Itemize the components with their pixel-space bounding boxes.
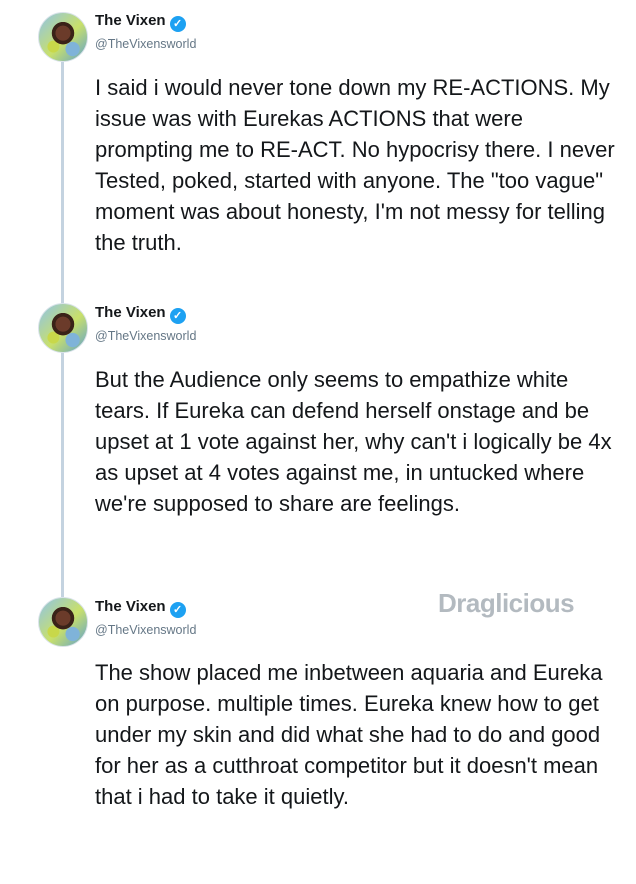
user-handle[interactable]: @TheVixensworld (95, 37, 196, 51)
verified-icon: ✓ (169, 602, 186, 618)
user-handle[interactable]: @TheVixensworld (95, 623, 196, 637)
display-name-text: The Vixen (95, 12, 166, 29)
tweet-text: I said i would never tone down my RE-ACT… (95, 75, 615, 255)
tweet-text: The show placed me inbetween aquaria and… (95, 660, 603, 809)
display-name[interactable]: The Vixen ✓ (95, 304, 186, 324)
display-name-text: The Vixen (95, 304, 166, 321)
display-name[interactable]: The Vixen ✓ (95, 12, 186, 32)
verified-icon: ✓ (169, 308, 186, 324)
watermark-logo: Draglicious (438, 588, 575, 618)
tweet-text: But the Audience only seems to empathize… (95, 367, 612, 516)
avatar[interactable] (38, 303, 88, 353)
verified-icon: ✓ (169, 16, 186, 32)
avatar[interactable] (38, 12, 88, 62)
display-name[interactable]: The Vixen ✓ (95, 598, 186, 618)
thread-line (61, 352, 64, 597)
thread-line (61, 62, 64, 306)
avatar[interactable] (38, 597, 88, 647)
display-name-text: The Vixen (95, 598, 166, 615)
user-handle[interactable]: @TheVixensworld (95, 329, 196, 343)
